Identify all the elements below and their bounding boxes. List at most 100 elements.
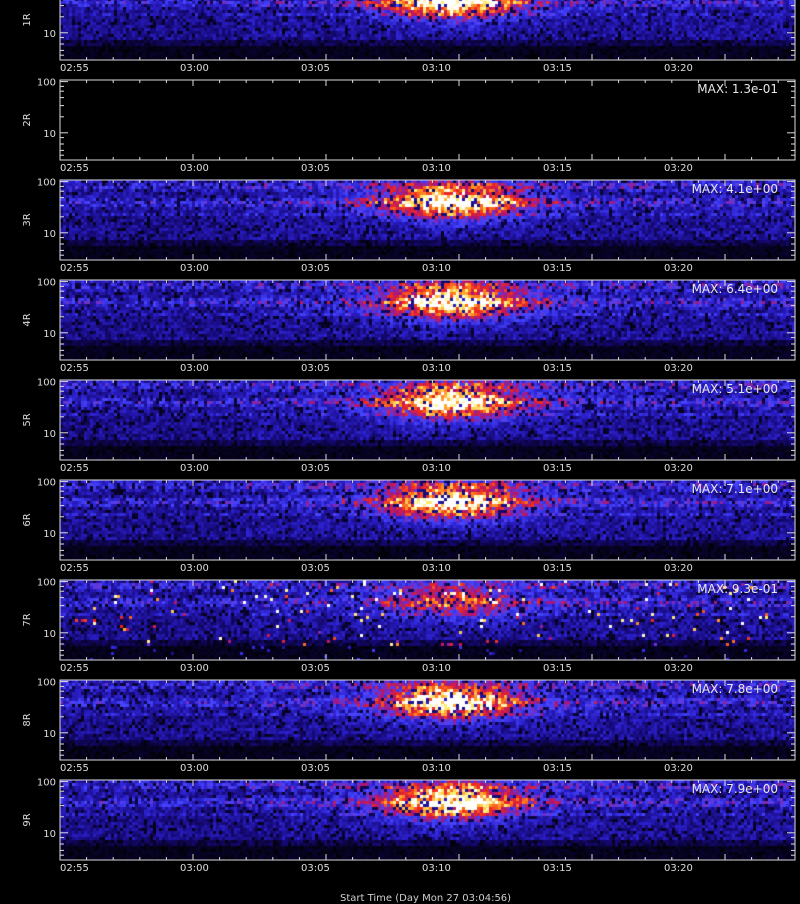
x-tick-label: 03:20 (664, 263, 693, 274)
x-tick-label: 03:00 (180, 563, 209, 574)
x-tick-label: 03:20 (664, 663, 693, 674)
x-tick-label: 03:15 (543, 363, 572, 374)
heatmap-1R (60, 0, 795, 60)
x-tick-label: 03:00 (180, 863, 209, 874)
x-tick-label: 03:05 (301, 663, 330, 674)
max-label: MAX: 7.1e+00 (692, 482, 778, 496)
y-tick-label: 10 (43, 29, 56, 40)
x-tick-label: 03:05 (301, 463, 330, 474)
panel-7R: 02:55 03:00 03:05 03:10 03:15 03:20 100 10 7R MAX… (22, 578, 796, 674)
x-tick-label: 03:20 (664, 163, 693, 174)
heatmap-7R (60, 580, 795, 660)
max-label: MAX: 7.8e+00 (692, 682, 778, 696)
x-tick-label: 03:15 (543, 663, 572, 674)
y-tick-label: 100 (37, 478, 56, 489)
panel-label: 1R (22, 13, 33, 26)
panel-label: 2R (22, 113, 33, 126)
heatmap-4R (60, 280, 795, 360)
x-tick-label: 03:00 (180, 663, 209, 674)
x-tick-label: 03:05 (301, 163, 330, 174)
x-axis-footer: Start Time (Day Mon 27 03:04:56) (340, 893, 512, 904)
y-tick-label: 10 (43, 529, 56, 540)
panel-2R: 02:55 03:00 03:05 03:10 03:15 03:20 100 10 2R MAX… (22, 78, 796, 174)
x-tick-label: 02:55 (60, 863, 89, 874)
x-tick-label: 03:20 (664, 863, 693, 874)
max-label: MAX: 7.9e+00 (692, 782, 778, 796)
spectrogram-stack: 02:55 03:00 03:05 03:10 03:15 03:20 100 10 1R MAX… (22, 0, 796, 874)
x-tick-label: 02:55 (60, 163, 89, 174)
panel-label: 6R (22, 513, 33, 526)
max-label: MAX: 6.4e+00 (692, 282, 778, 296)
y-tick-label: 10 (43, 729, 56, 740)
max-label: MAX: 4.1e+00 (692, 182, 778, 196)
x-tick-label: 03:10 (422, 763, 451, 774)
y-tick-label: 100 (37, 778, 56, 789)
x-tick-label: 03:10 (422, 663, 451, 674)
x-tick-label: 02:55 (60, 263, 89, 274)
x-tick-label: 03:05 (301, 863, 330, 874)
x-tick-label: 03:05 (301, 63, 330, 74)
heatmap-3R (60, 180, 795, 260)
x-tick-label: 03:10 (422, 63, 451, 74)
x-tick-label: 03:20 (664, 363, 693, 374)
panel-1R: 02:5503:0003:0503:1003:1503:20100101RMAX… (22, 0, 796, 74)
x-tick-label: 03:10 (422, 263, 451, 274)
panel-6R: 02:55 03:00 03:05 03:10 03:15 03:20 100 10 6R MAX… (22, 478, 796, 574)
x-tick-label: 03:10 (422, 363, 451, 374)
x-tick-label: 02:55 (60, 363, 89, 374)
y-tick-label: 100 (37, 578, 56, 589)
x-tick-label: 03:15 (543, 63, 572, 74)
panel-label: 5R (22, 413, 33, 426)
x-tick-label: 03:00 (180, 163, 209, 174)
x-tick-label: 02:55 (60, 663, 89, 674)
x-tick-label: 03:00 (180, 363, 209, 374)
y-tick-label: 10 (43, 229, 56, 240)
x-tick-label: 02:55 (60, 763, 89, 774)
x-tick-label: 03:15 (543, 763, 572, 774)
x-tick-label: 03:05 (301, 363, 330, 374)
x-tick-label: 02:55 (60, 463, 89, 474)
heatmap-8R (60, 680, 795, 760)
x-tick-label: 03:10 (422, 163, 451, 174)
x-tick-label: 03:15 (543, 163, 572, 174)
x-tick-label: 03:10 (422, 863, 451, 874)
x-tick-label: 03:20 (664, 463, 693, 474)
x-tick-label: 03:05 (301, 563, 330, 574)
y-tick-label: 100 (37, 678, 56, 689)
x-tick-label: 03:00 (180, 263, 209, 274)
x-tick-label: 02:55 (60, 63, 89, 74)
panel-9R: 02:55 03:00 03:05 03:10 03:15 03:20 100 10 9R MAX… (22, 778, 796, 874)
max-label: MAX: 5.1e+00 (692, 382, 778, 396)
x-tick-label: 03:15 (543, 463, 572, 474)
y-tick-label: 100 (37, 278, 56, 289)
max-label: MAX: 1.3e-01 (697, 82, 778, 96)
max-label: MAX: 9.3e-01 (697, 582, 778, 596)
x-tick-label: 03:15 (543, 263, 572, 274)
y-tick-label: 10 (43, 829, 56, 840)
x-tick-label: 03:10 (422, 563, 451, 574)
panel-8R: 02:55 03:00 03:05 03:10 03:15 03:20 100 10 8R MAX… (22, 678, 796, 774)
x-tick-label: 03:20 (664, 563, 693, 574)
x-tick-label: 03:20 (664, 63, 693, 74)
y-tick-label: 10 (43, 129, 56, 140)
y-tick-label: 10 (43, 329, 56, 340)
panel-5R: 02:55 03:00 03:05 03:10 03:15 03:20 100 10 5R MAX… (22, 378, 796, 474)
panel-label: 3R (22, 213, 33, 226)
x-tick-label: 03:05 (301, 763, 330, 774)
x-tick-label: 03:10 (422, 463, 451, 474)
y-tick-label: 10 (43, 429, 56, 440)
panel-label: 8R (22, 713, 33, 726)
y-tick-label: 100 (37, 378, 56, 389)
x-tick-label: 03:15 (543, 863, 572, 874)
panel-3R: 02:55 03:00 03:05 03:10 03:15 03:20 100 10 3R MAX… (22, 178, 796, 274)
heatmap-6R (60, 480, 795, 560)
heatmap-9R (60, 780, 795, 860)
panel-label: 9R (22, 813, 33, 826)
heatmap-5R (60, 380, 795, 460)
y-tick-label: 10 (43, 629, 56, 640)
x-tick-label: 03:05 (301, 263, 330, 274)
x-tick-label: 03:00 (180, 463, 209, 474)
x-tick-label: 03:15 (543, 563, 572, 574)
x-tick-label: 03:00 (180, 63, 209, 74)
panel-label: 7R (22, 613, 33, 626)
